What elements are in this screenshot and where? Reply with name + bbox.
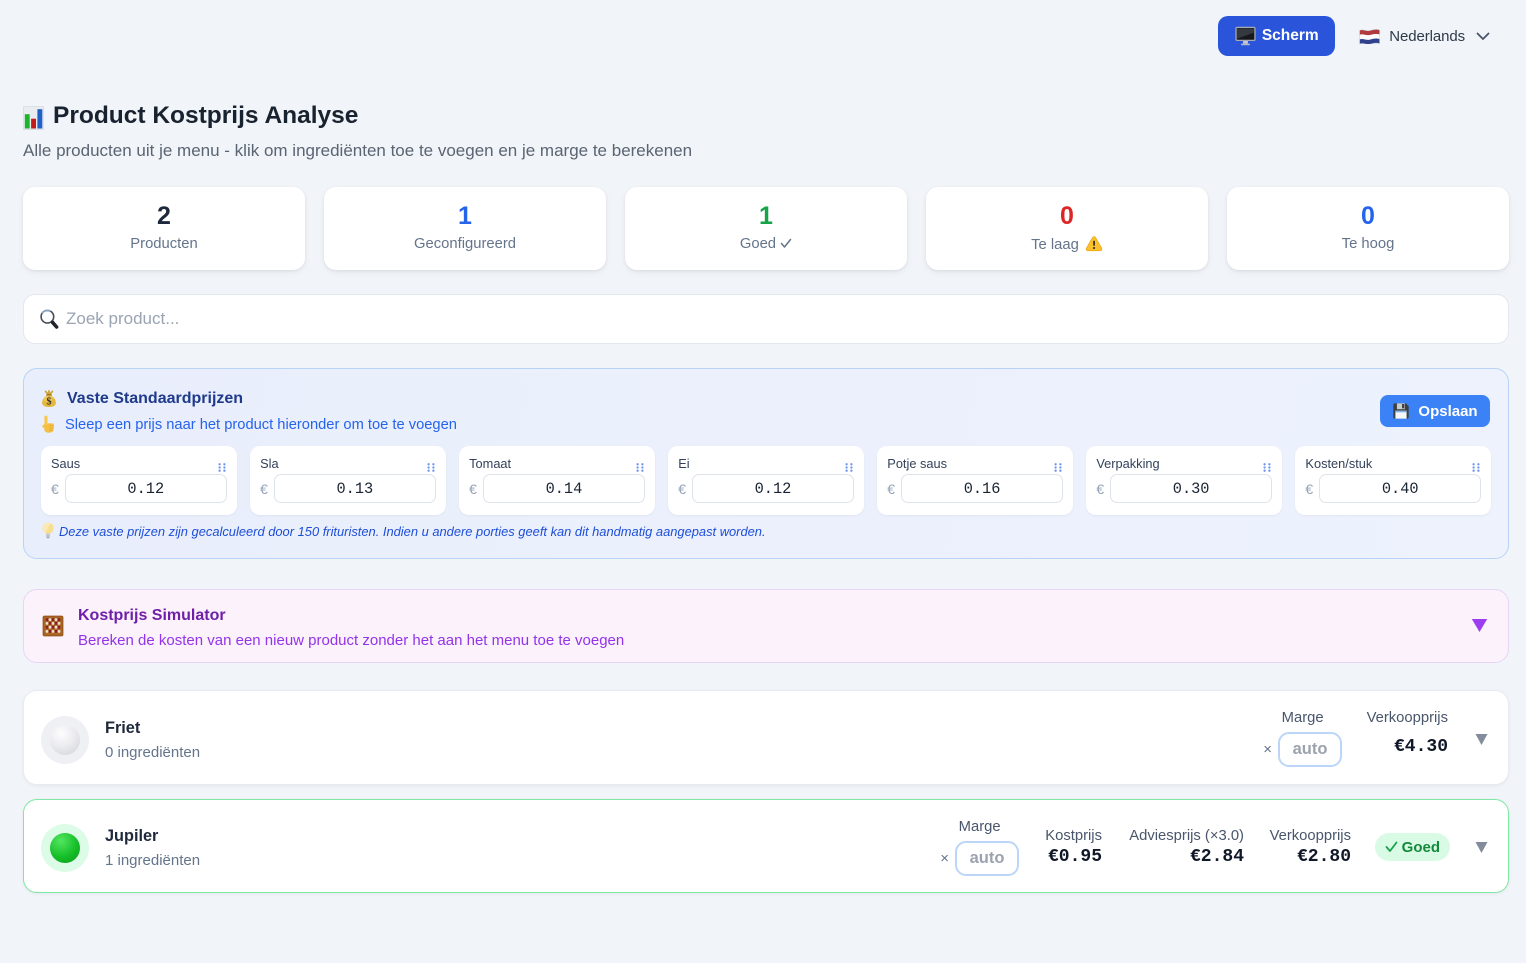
svg-text:$: $ <box>47 396 52 407</box>
